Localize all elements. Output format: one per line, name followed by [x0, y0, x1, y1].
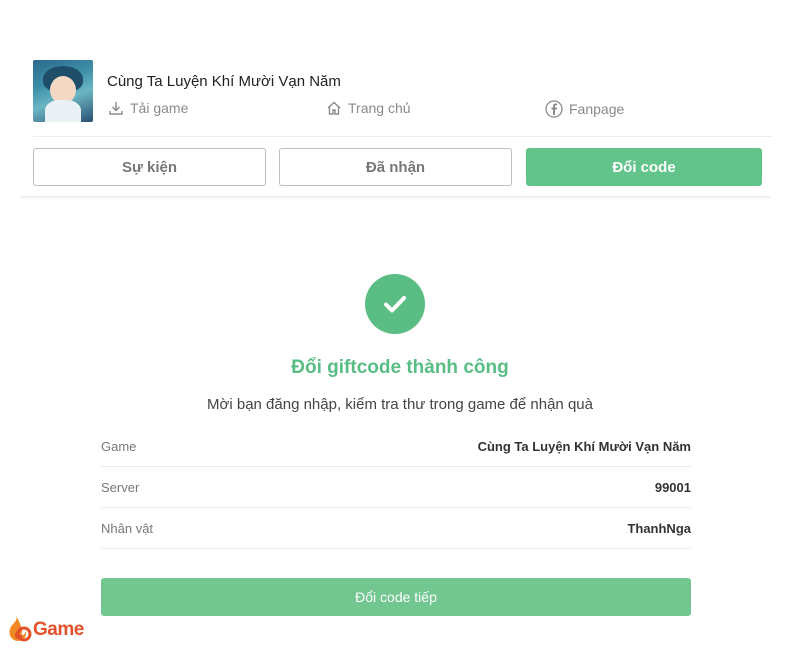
detail-label: Game: [101, 438, 137, 454]
detail-value: Cùng Ta Luyện Khí Mười Vạn Năm: [477, 438, 691, 454]
detail-value: 99001: [654, 479, 691, 495]
header-divider: [33, 136, 773, 137]
home-link[interactable]: Trang chủ: [326, 100, 411, 116]
success-title: Đổi giftcode thành công: [291, 357, 509, 378]
brand-logo: Game: [2, 612, 84, 648]
fanpage-label: Fanpage: [569, 101, 625, 117]
home-label: Trang chủ: [348, 100, 411, 116]
detail-row-server: Server 99001: [101, 467, 691, 508]
game-title: Cùng Ta Luyện Khí Mười Vạn Năm: [107, 73, 341, 90]
download-icon: [109, 102, 123, 115]
detail-row-game: Game Cùng Ta Luyện Khí Mười Vạn Năm: [101, 426, 691, 467]
flame-logo-icon: [9, 615, 32, 642]
game-header: Cùng Ta Luyện Khí Mười Vạn Năm Tải game …: [33, 60, 773, 126]
redeem-again-button[interactable]: Đổi code tiếp: [101, 578, 691, 616]
success-subtitle: Mời bạn đăng nhập, kiểm tra thư trong ga…: [207, 396, 593, 413]
detail-row-character: Nhân vật ThanhNga: [101, 508, 691, 549]
detail-label: Nhân vật: [101, 520, 154, 536]
home-icon: [327, 101, 341, 115]
download-label: Tải game: [130, 100, 189, 116]
tab-events[interactable]: Sự kiện: [33, 148, 266, 186]
tab-redeem-code[interactable]: Đổi code: [526, 148, 762, 186]
detail-value: ThanhNga: [627, 520, 691, 536]
tabs-divider: [20, 196, 770, 200]
tab-received[interactable]: Đã nhận: [279, 148, 512, 186]
fanpage-link[interactable]: Fanpage: [545, 100, 624, 118]
tab-bar: Sự kiện Đã nhận Đổi code: [33, 148, 762, 186]
detail-label: Server: [101, 479, 140, 495]
redeem-details-table: Game Cùng Ta Luyện Khí Mười Vạn Năm Serv…: [101, 426, 691, 549]
facebook-icon: [545, 100, 563, 118]
game-avatar: [33, 60, 93, 122]
check-circle-icon: [365, 274, 425, 334]
download-game-link[interactable]: Tải game: [108, 100, 188, 116]
brand-text: Game: [33, 619, 84, 640]
